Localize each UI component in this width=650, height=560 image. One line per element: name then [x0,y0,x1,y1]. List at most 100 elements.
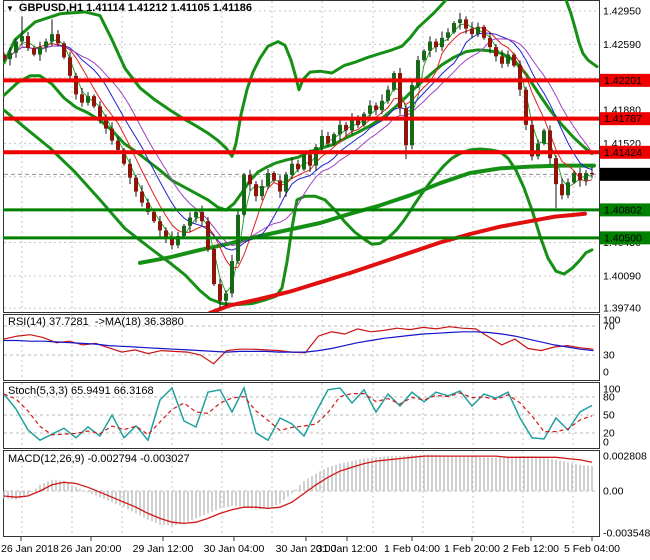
candle-body [386,89,390,101]
indicator-tick-label: -0.003548 [603,528,650,540]
time-tick-label: 5 Feb 04:00 [564,543,620,555]
candle-body [86,96,90,103]
candle-body [140,191,144,203]
candle-body [80,94,84,103]
candle-body [254,184,258,197]
candle-body [194,211,198,218]
price-tick-label: 1.42950 [603,6,641,18]
indicator-tick-label: 0 [603,437,609,449]
candle-body [260,186,264,197]
candle-body [344,124,348,131]
indicator-tick-label: 70 [603,321,615,333]
time-tick-label: 2 Feb 12:00 [503,543,559,555]
time-tick-label: 31 Jan 12:00 [317,543,378,555]
candle-body [440,37,444,48]
price-level-badge-label: 1.42201 [604,75,642,87]
candle-body [158,221,162,231]
chart-window: 1.429501.425901.418801.415201.404501.400… [0,0,650,560]
price-level-badge-label: 1.41424 [604,147,642,159]
candle-body [338,124,342,135]
candle-body [134,177,138,192]
candle-body [224,293,228,301]
candle-body [38,47,42,55]
candle-body [584,173,588,181]
price-tick-label: 1.42590 [603,39,641,51]
price-level-badge-label: 1.41787 [604,113,642,125]
candle-body [590,173,594,175]
time-tick-label: 30 Jan 04:00 [204,543,265,555]
candle-body [578,173,582,181]
candle-body [110,128,114,141]
candle-body [92,96,96,107]
indicator-tick-label: 80 [603,392,615,404]
time-tick-label: 29 Jan 12:00 [133,543,194,555]
candle-body [128,163,132,178]
candle-body [428,41,432,51]
candle-body [398,73,402,109]
candle-body [452,23,456,33]
candle-body [302,154,306,170]
candle-body [488,37,492,48]
stoch-indicator-label: Stoch(5,3,3) 65.9491 66.3168 [8,385,154,397]
candle-body [44,41,48,48]
candle-body [410,85,414,146]
rsi-indicator-label: RSI(14) 37.7281 ->MA(18) 36.3880 [8,316,184,328]
candle-body [152,211,156,222]
candle-body [314,147,318,166]
candle-body [560,184,564,196]
macd-indicator-label: MACD(12,26,9) -0.002794 -0.003027 [8,453,190,465]
indicator-tick-label: 30 [603,350,615,362]
candle-body [458,19,462,24]
indicator-tick-label: 0.002808 [603,451,647,463]
candle-body [470,28,474,35]
candle-body [434,41,438,48]
time-axis[interactable]: 26 Jan 2018 26 Jan 20:00 29 Jan 12:00 30 Ja… [1,537,620,555]
indicator-tick-label: 50 [603,410,615,422]
chart-title: ▼ GBPUSD,H1 1.41114 1.41212 1.41105 1.41… [6,2,252,14]
candle-body [320,136,324,148]
candle-body [182,225,186,236]
candle-body [512,54,516,66]
price-axis[interactable]: 1.429501.425901.418801.415201.404501.400… [600,6,650,540]
candle-body [350,119,354,131]
candle-body [218,284,222,301]
candle-body [494,47,498,57]
candle-body [326,136,330,144]
time-tick-label: 26 Jan 20:00 [61,543,122,555]
candle-body [554,158,558,185]
candle-body [56,34,60,44]
time-tick-label: 26 Jan 2018 [1,543,59,555]
current-price-badge-label: 1.41186 [604,169,641,181]
candle-body [476,26,480,35]
price-level-badge-label: 1.40802 [604,204,642,216]
candle-body [572,173,576,183]
candle-body [422,50,426,61]
price-chart-canvas[interactable]: 1.429501.425901.418801.415201.404501.400… [0,0,650,560]
candle-body [248,174,252,185]
candle-body [14,41,18,53]
candle-body [188,217,192,226]
time-tick-label: 1 Feb 20:00 [444,543,500,555]
candle-body [542,130,546,144]
candle-body [20,36,24,42]
candle-body [374,105,378,111]
candle-body [68,57,72,76]
candle-body [32,48,36,55]
candle-body [50,34,54,42]
candle-body [206,221,210,249]
symbol-dropdown-icon[interactable]: ▼ [6,3,14,14]
candle-body [230,261,234,294]
candle-body [518,65,522,90]
candle-body [506,54,510,64]
candle-body [296,163,300,170]
candle-body [446,32,450,38]
indicator-tick-label: 0.00 [603,486,624,498]
candle-body [200,211,204,222]
time-tick-label: 1 Feb 04:00 [384,543,440,555]
candle-body [482,26,486,38]
candle-body [332,134,336,144]
candle-body [500,56,504,64]
candle-body [116,140,120,150]
chart-title-text: GBPUSD,H1 1.41114 1.41212 1.41105 1.4118… [18,2,252,14]
candle-body [212,248,216,285]
